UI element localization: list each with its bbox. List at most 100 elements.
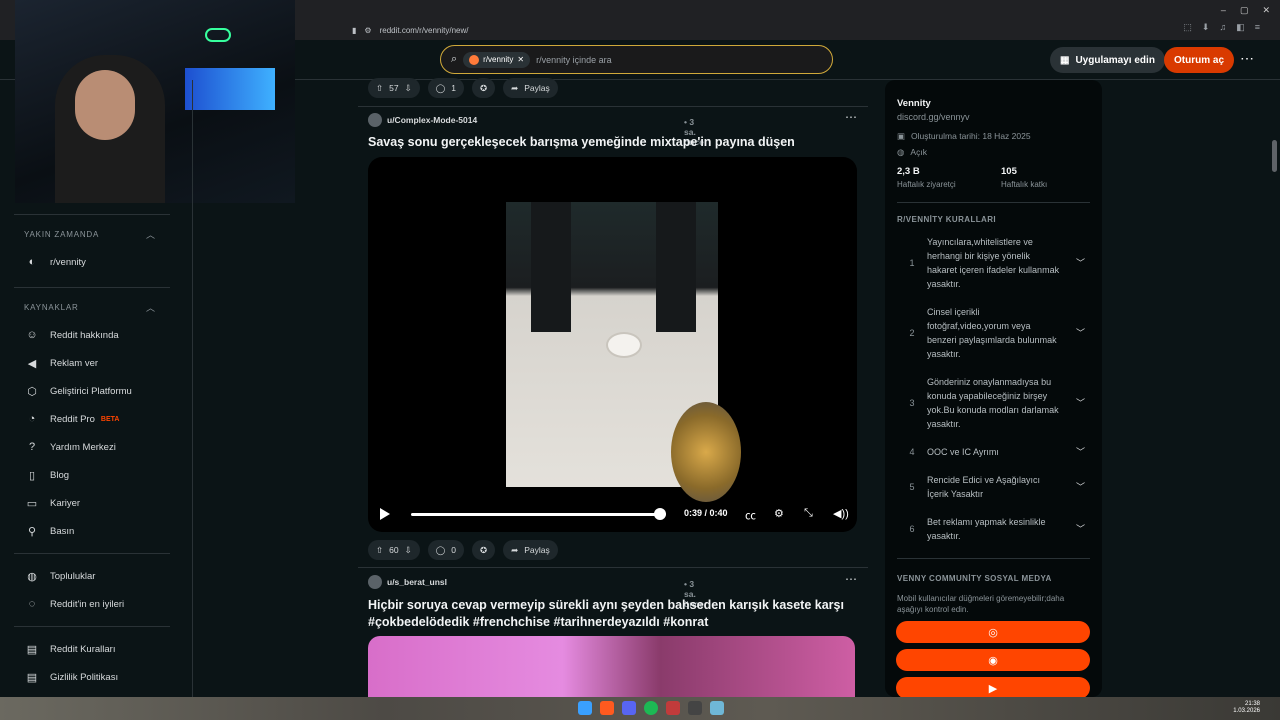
browser-icon[interactable] [600,701,614,715]
subreddit-avatar [469,54,480,65]
post-options-icon[interactable]: ⋯ [845,110,857,124]
post-options-icon[interactable]: ⋯ [845,572,857,586]
chevron-down-icon[interactable]: ﹀ [1076,445,1090,459]
sidebar-item-privacy[interactable]: ▤ Gizlilik Politikası [24,669,118,685]
social-button-website[interactable]: ◎ [896,621,1090,643]
post-username[interactable]: u/Complex-Mode-5014 [387,115,477,125]
search-placeholder[interactable]: r/vennity içinde ara [536,55,612,65]
created-row: ▣ Oluşturulma tarihi: 18 Haz 2025 [897,131,1031,142]
chevron-down-icon[interactable]: ﹀ [1076,522,1090,536]
url-text[interactable]: reddit.com/r/vennity/new/ [380,26,469,35]
chevron-up-icon[interactable]: ︿ [146,228,155,241]
chevron-down-icon[interactable]: ﹀ [1076,256,1090,270]
recent-heading[interactable]: YAKIN ZAMANDA [24,230,99,239]
comments-button[interactable]: ◯ 1 [427,78,464,98]
app-icon[interactable] [666,701,680,715]
downvote-icon[interactable]: ⇩ [405,83,412,94]
microphone-icon: ⚲ [27,525,37,538]
more-options-icon[interactable]: ⋯ [1240,50,1254,67]
system-clock[interactable]: 21:38 1.03.2026 [1233,701,1260,715]
post-title[interactable]: Hiçbir soruya cevap vermeyip sürekli ayn… [368,597,858,631]
award-button[interactable]: ✪ [471,78,496,98]
play-icon[interactable] [380,508,390,520]
menu-icon[interactable]: ≡ [1255,22,1260,33]
chevron-down-icon[interactable]: ﹀ [1076,396,1090,410]
downvote-icon[interactable]: ⇩ [405,545,412,556]
minimize-icon[interactable]: – [1221,5,1226,16]
sidebar-toggle-icon[interactable]: ◧ [1236,22,1245,33]
fullscreen-icon[interactable]: ⤡ [804,507,813,520]
sidebar-item-communities[interactable]: ◍ Topluluklar [24,568,95,584]
post-media-thumbnail[interactable] [368,636,855,698]
community-link[interactable]: discord.gg/vennyv [897,112,970,122]
get-app-button[interactable]: ▦ Uygulamayı edin [1050,47,1165,73]
award-button[interactable]: ✪ [471,540,496,560]
briefcase-icon: ▭ [26,497,38,510]
sidebar-item-rules[interactable]: ▤ Reddit Kuralları [24,641,116,657]
sidebar-item-pro[interactable]: ◔ Reddit Pro BETA [24,411,120,427]
share-button[interactable]: ➦ Paylaş [503,540,558,560]
rule-item[interactable]: 4 OOC ve IC Ayrımı ﹀ [897,445,1090,459]
rule-item[interactable]: 5 Rencide Edici ve Aşağılayıcı İçerik Ya… [897,473,1090,501]
extensions-icon[interactable]: ⬚ [1183,22,1192,33]
captions-icon[interactable]: ㏄ [745,507,756,523]
rule-item[interactable]: 1 Yayıncılara,whitelistlere ve herhangi … [897,235,1090,291]
rule-item[interactable]: 3 Gönderiniz onaylanmadıysa bu konuda ya… [897,375,1090,431]
sidebar-item-careers[interactable]: ▭ Kariyer [24,495,80,511]
rules-icon: ▤ [26,643,38,656]
page-scrollbar[interactable] [1272,140,1277,172]
share-button[interactable]: ➦ Paylaş [503,78,558,98]
recent-item[interactable]: ◐ r/vennity [24,254,86,270]
sidebar-item-best-of[interactable]: ◌ Reddit'in en iyileri [24,596,124,612]
chevron-up-icon[interactable]: ︿ [146,301,155,314]
rule-number: 6 [909,524,915,534]
app-icon[interactable] [688,701,702,715]
settings-icon[interactable]: ⚙ [774,507,784,520]
subreddit-chip[interactable]: r/vennity ✕ [463,51,531,68]
upvote-icon[interactable]: ⇧ [376,83,383,94]
video-scrubber[interactable] [653,508,666,520]
login-button[interactable]: Oturum aç [1164,47,1235,73]
reddit-icon: ☺ [26,329,38,341]
comments-button[interactable]: ◯ 0 [427,540,464,560]
start-icon[interactable] [578,701,592,715]
close-icon[interactable]: ✕ [1262,5,1270,16]
rule-item[interactable]: 2 Cinsel içerikli fotoğraf,video,yorum v… [897,305,1090,361]
chip-remove-icon[interactable]: ✕ [517,55,524,64]
upvote-icon[interactable]: ⇧ [376,545,383,556]
sidebar-item-help[interactable]: ? Yardım Merkezi [24,439,116,455]
bookmark-icon[interactable]: ▮ [352,26,356,35]
sidebar-item-label: Reddit Kuralları [50,643,116,655]
discord-icon[interactable] [622,701,636,715]
user-avatar[interactable] [368,113,382,127]
post-title[interactable]: Savaş sonu gerçekleşecek barışma yemeğin… [368,134,858,151]
spotify-icon[interactable] [644,701,658,715]
post-username[interactable]: u/s_berat_unsl [387,577,447,587]
user-avatar[interactable] [368,575,382,589]
social-button-discord[interactable]: ◉ [896,649,1090,671]
rule-text: Gönderiniz onaylanmadıysa bu konuda yapa… [927,377,1059,429]
sidebar-item-label: Reddit'in en iyileri [50,598,125,610]
sidebar-item-developer[interactable]: ⬡ Geliştirici Platformu [24,383,132,399]
maximize-icon[interactable]: ▢ [1240,5,1249,16]
sidebar-item-blog[interactable]: ▯ Blog [24,467,69,483]
site-info-icon[interactable]: ⚙ [364,26,371,35]
app-icon[interactable] [710,701,724,715]
chevron-down-icon[interactable]: ﹀ [1076,326,1090,340]
resources-heading[interactable]: KAYNAKLAR [24,303,79,312]
volume-icon[interactable]: ◀)) [833,507,849,520]
social-button-youtube[interactable]: ▶ [896,677,1090,699]
video-player[interactable]: 0:39 / 0:40 ㏄ ⚙ ⤡ ◀)) [368,157,857,532]
address-bar[interactable]: ▮ ⚙ reddit.com/r/vennity/new/ [352,22,912,38]
media-icon[interactable]: ♫ [1219,22,1226,33]
download-icon[interactable]: ⬇ [1202,22,1210,33]
subreddit-avatar-icon: ◐ [28,256,36,268]
sidebar-item-press[interactable]: ⚲ Basın [24,523,74,539]
sidebar-item-advertise[interactable]: ◀ Reklam ver [24,355,98,371]
chevron-down-icon[interactable]: ﹀ [1076,480,1090,494]
video-progress-bar[interactable] [411,513,666,516]
sidebar-item-about[interactable]: ☺ Reddit hakkında [24,327,118,343]
rule-item[interactable]: 6 Bet reklamı yapmak kesinlikle yasaktır… [897,515,1090,543]
share-icon: ➦ [511,82,519,93]
search-input[interactable]: ⌕ r/vennity ✕ r/vennity içinde ara [440,45,833,74]
